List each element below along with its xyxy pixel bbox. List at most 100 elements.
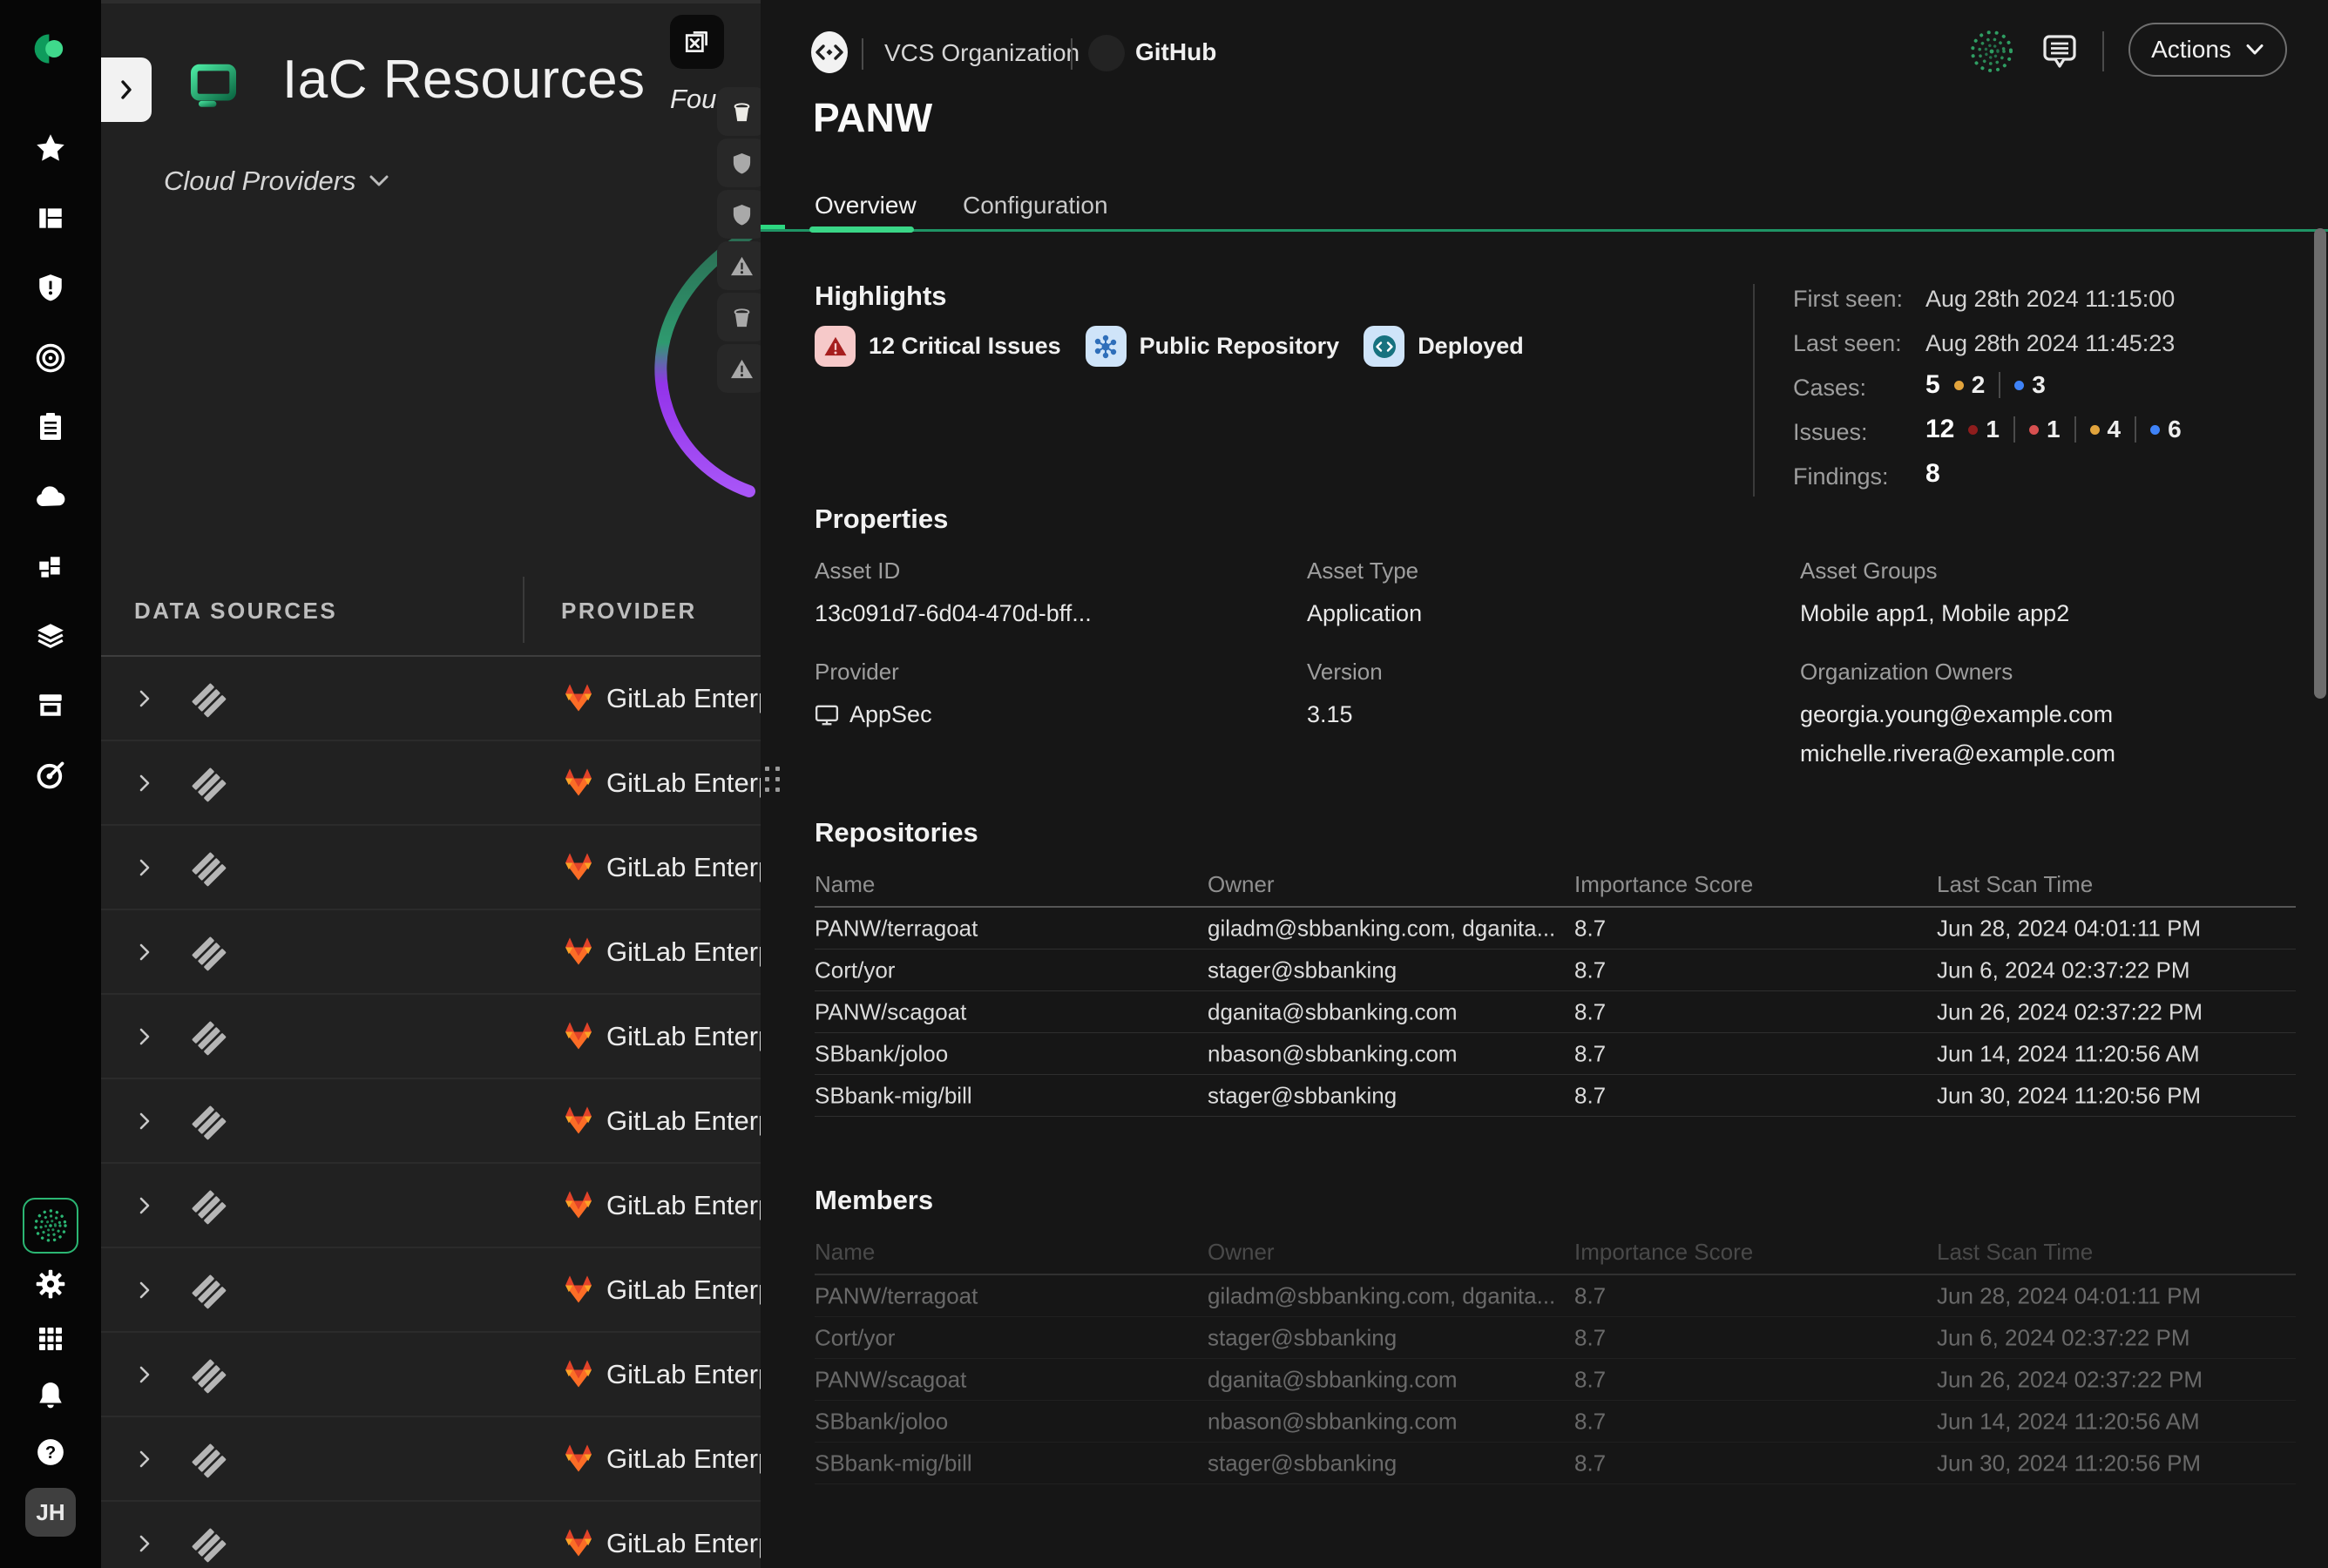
data-source-row[interactable]: GitLab Enterp — [101, 1502, 767, 1568]
cell-name[interactable]: PANW/scagoat — [815, 1366, 966, 1393]
cases-total[interactable]: 5 — [1925, 370, 1940, 400]
trash-node-icon[interactable] — [717, 293, 766, 341]
expand-chevron-icon[interactable] — [138, 1280, 152, 1301]
active-tab-indicator — [809, 226, 914, 233]
clipboard-icon[interactable] — [33, 409, 68, 444]
tab-overview[interactable]: Overview — [815, 192, 917, 220]
table-row[interactable]: Cort/yor stager@sbbanking 8.7 Jun 6, 202… — [815, 950, 2296, 991]
data-source-row[interactable]: GitLab Enterp — [101, 657, 767, 741]
expand-chevron-icon[interactable] — [138, 857, 152, 878]
cloud-providers-dropdown[interactable]: Cloud Providers — [164, 166, 389, 197]
notifications-bell-icon[interactable] — [33, 1378, 68, 1413]
cell-name[interactable]: SBbank-mig/bill — [815, 1450, 972, 1477]
close-popout-button[interactable] — [670, 15, 724, 69]
data-source-row[interactable]: GitLab Enterp — [101, 995, 767, 1079]
severity-count[interactable]: 1 — [2029, 416, 2061, 443]
table-row[interactable]: SBbank/joloo nbason@sbbanking.com 8.7 Ju… — [815, 1401, 2296, 1443]
table-row[interactable]: PANW/terragoat giladm@sbbanking.com, dga… — [815, 908, 2296, 950]
severity-count[interactable]: 1 — [1968, 416, 2000, 443]
expand-chevron-icon[interactable] — [138, 942, 152, 963]
expand-chevron-icon[interactable] — [138, 1449, 152, 1470]
cell-last-scan: Jun 30, 2024 11:20:56 PM — [1937, 1450, 2201, 1477]
tab-configuration[interactable]: Configuration — [963, 192, 1108, 220]
table-row[interactable]: SBbank-mig/bill stager@sbbanking 8.7 Jun… — [815, 1443, 2296, 1484]
actions-button[interactable]: Actions — [2128, 23, 2287, 77]
cell-name[interactable]: PANW/terragoat — [815, 915, 978, 942]
blocks-icon[interactable] — [33, 550, 68, 585]
user-avatar[interactable]: JH — [25, 1488, 76, 1537]
severity-count[interactable]: 2 — [1954, 371, 1986, 399]
cell-name[interactable]: SBbank/joloo — [815, 1040, 948, 1067]
shield-node-icon[interactable] — [717, 190, 766, 239]
expand-chevron-icon[interactable] — [138, 1364, 152, 1385]
data-source-row[interactable]: GitLab Enterp — [101, 741, 767, 826]
data-source-row[interactable]: GitLab Enterp — [101, 910, 767, 995]
gitlab-icon — [561, 1527, 596, 1560]
field-value[interactable]: georgia.young@example.com — [1800, 701, 2253, 728]
expand-chevron-icon[interactable] — [138, 1533, 152, 1554]
trash-node-icon[interactable] — [717, 87, 766, 136]
shield-alert-icon[interactable] — [33, 270, 68, 305]
last-seen-value: Aug 28th 2024 11:45:23 — [1925, 330, 2175, 357]
network-icon — [1086, 326, 1127, 367]
severity-count[interactable]: 3 — [2014, 371, 2046, 399]
severity-dot-icon — [2029, 425, 2039, 435]
cell-importance: 8.7 — [1574, 1366, 1606, 1393]
expand-chevron-icon[interactable] — [138, 1195, 152, 1216]
settings-gear-icon[interactable] — [33, 1267, 68, 1301]
target-icon[interactable] — [33, 341, 68, 375]
breadcrumb-provider[interactable]: GitHub — [1135, 38, 1216, 66]
expand-chevron-icon[interactable] — [138, 1026, 152, 1047]
comments-icon[interactable] — [2038, 31, 2081, 73]
cell-importance: 8.7 — [1574, 1082, 1606, 1109]
findings-total[interactable]: 8 — [1925, 459, 1940, 489]
cell-name[interactable]: SBbank-mig/bill — [815, 1082, 972, 1109]
table-row[interactable]: Cort/yor stager@sbbanking 8.7 Jun 6, 202… — [815, 1317, 2296, 1359]
help-icon[interactable]: ? — [33, 1435, 68, 1470]
tab-underline — [761, 229, 2328, 232]
severity-count[interactable]: 4 — [2090, 416, 2122, 443]
field-label: Organization Owners — [1800, 659, 2253, 686]
scan-spiral-icon[interactable] — [1966, 26, 2017, 77]
provider-name: GitLab Enterp — [606, 1105, 773, 1137]
layout-dashboard-icon[interactable] — [33, 200, 68, 235]
warning-node-icon[interactable] — [717, 344, 766, 393]
table-row[interactable]: SBbank/joloo nbason@sbbanking.com 8.7 Ju… — [815, 1033, 2296, 1075]
expand-panel-handle[interactable] — [101, 57, 152, 122]
cell-name[interactable]: PANW/scagoat — [815, 998, 966, 1025]
active-app-spiral-icon[interactable] — [23, 1198, 78, 1254]
expand-chevron-icon[interactable] — [138, 688, 152, 709]
gauge-icon[interactable] — [33, 758, 68, 793]
expand-chevron-icon[interactable] — [138, 1111, 152, 1132]
apps-grid-icon[interactable] — [33, 1321, 68, 1356]
panel-drag-handle[interactable] — [765, 767, 781, 793]
severity-count[interactable]: 6 — [2150, 416, 2182, 443]
table-row[interactable]: PANW/terragoat giladm@sbbanking.com, dga… — [815, 1275, 2296, 1317]
table-row[interactable]: SBbank-mig/bill stager@sbbanking 8.7 Jun… — [815, 1075, 2296, 1117]
shield-node-icon[interactable] — [717, 139, 766, 187]
data-source-row[interactable]: GitLab Enterp — [101, 826, 767, 910]
cell-name[interactable]: SBbank/joloo — [815, 1408, 948, 1435]
layers-icon[interactable] — [33, 618, 68, 653]
cell-name[interactable]: PANW/terragoat — [815, 1282, 978, 1309]
actions-label: Actions — [2151, 36, 2231, 64]
data-source-row[interactable]: GitLab Enterp — [101, 1164, 767, 1248]
vertical-scrollbar-thumb[interactable] — [2314, 228, 2326, 699]
field-value[interactable]: michelle.rivera@example.com — [1800, 740, 2253, 767]
favorites-star-icon[interactable] — [33, 131, 68, 166]
data-source-row[interactable]: GitLab Enterp — [101, 1417, 767, 1502]
data-source-row[interactable]: GitLab Enterp — [101, 1333, 767, 1417]
cell-owner: giladm@sbbanking.com, dganita... — [1208, 1282, 1555, 1309]
table-row[interactable]: PANW/scagoat dganita@sbbanking.com 8.7 J… — [815, 1359, 2296, 1401]
warning-node-icon[interactable] — [717, 241, 766, 290]
expand-chevron-icon[interactable] — [138, 773, 152, 794]
table-row[interactable]: PANW/scagoat dganita@sbbanking.com 8.7 J… — [815, 991, 2296, 1033]
marketplace-icon[interactable] — [33, 688, 68, 723]
data-source-row[interactable]: GitLab Enterp — [101, 1248, 767, 1333]
issues-total[interactable]: 12 — [1925, 415, 1954, 444]
cloud-icon[interactable] — [33, 480, 68, 515]
cell-name[interactable]: Cort/yor — [815, 1324, 895, 1351]
cell-name[interactable]: Cort/yor — [815, 956, 895, 983]
app-logo-icon[interactable] — [33, 31, 68, 66]
data-source-row[interactable]: GitLab Enterp — [101, 1079, 767, 1164]
